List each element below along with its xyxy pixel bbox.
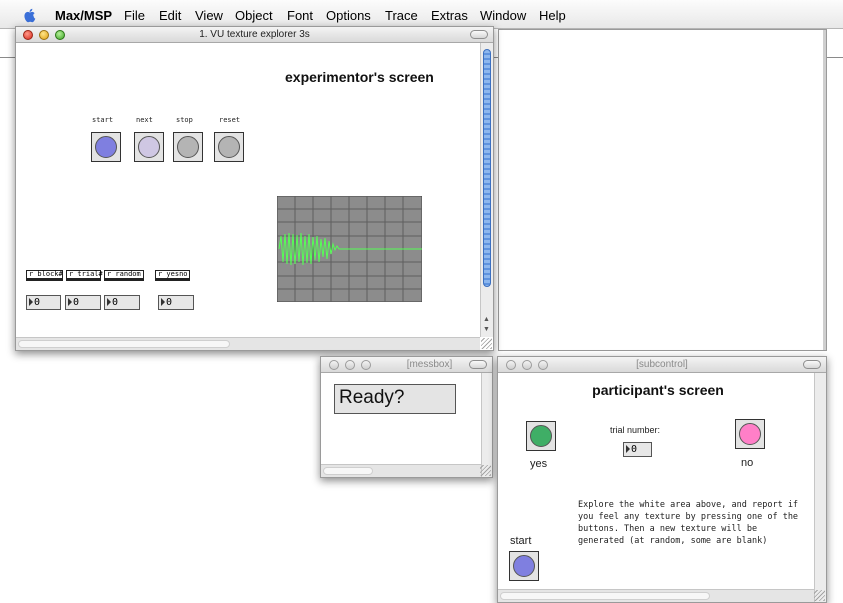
menu-trace[interactable]: Trace bbox=[385, 8, 418, 23]
start-label: start bbox=[510, 535, 532, 547]
participant-start-button-indicator bbox=[513, 555, 535, 577]
toolbar-toggle-icon[interactable] bbox=[470, 30, 488, 39]
resize-grip-icon[interactable] bbox=[814, 590, 825, 601]
messbox-vertical-scrollbar[interactable] bbox=[481, 373, 492, 477]
yesno-number-value: 0 bbox=[166, 297, 173, 308]
start-button-indicator bbox=[95, 136, 117, 158]
scroll-down-arrow-icon[interactable]: ▼ bbox=[483, 326, 490, 333]
stop-button-indicator bbox=[177, 136, 199, 158]
participant-heading: participant's screen bbox=[592, 382, 724, 398]
subcontrol-horizontal-scrollbar[interactable] bbox=[498, 589, 814, 602]
number-triangle-icon bbox=[161, 298, 165, 306]
reset-button-indicator bbox=[218, 136, 240, 158]
yes-label: yes bbox=[530, 458, 548, 470]
menu-window[interactable]: Window bbox=[480, 8, 526, 23]
main-window-title: 1. VU texture explorer 3s bbox=[199, 29, 310, 40]
menubar: Max/MSP File Edit View Object Font Optio… bbox=[0, 0, 843, 29]
subcontrol-titlebar[interactable]: [subcontrol] bbox=[498, 357, 826, 373]
main-vertical-scroll-thumb[interactable] bbox=[483, 49, 491, 287]
number-triangle-icon bbox=[626, 445, 630, 453]
subcontrol-vertical-scrollbar[interactable] bbox=[814, 373, 826, 602]
messbox-horizontal-scroll-thumb[interactable] bbox=[323, 467, 373, 475]
close-icon[interactable] bbox=[329, 360, 339, 370]
number-triangle-icon bbox=[29, 298, 33, 306]
number-triangle-icon bbox=[107, 298, 111, 306]
menu-object[interactable]: Object bbox=[235, 8, 273, 23]
scroll-up-arrow-icon[interactable]: ▲ bbox=[483, 316, 490, 323]
resize-grip-icon[interactable] bbox=[480, 465, 491, 476]
subcontrol-horizontal-scroll-thumb[interactable] bbox=[500, 592, 710, 600]
yesno-number-box[interactable]: 0 bbox=[158, 295, 194, 310]
instructions-line: buttons. Then a new texture will be bbox=[578, 524, 758, 534]
trial-number-value: 0 bbox=[73, 297, 80, 308]
block-number-box[interactable]: 0 bbox=[26, 295, 61, 310]
toolbar-toggle-icon[interactable] bbox=[803, 360, 821, 369]
participant-start-button[interactable] bbox=[509, 551, 539, 581]
subcontrol-window[interactable]: [subcontrol] participant's screen yes tr… bbox=[497, 356, 827, 603]
messbox-window[interactable]: [messbox] Ready? bbox=[320, 356, 493, 478]
main-horizontal-scrollbar[interactable] bbox=[16, 337, 480, 350]
main-vertical-scrollbar[interactable]: ▲ ▼ bbox=[480, 43, 493, 337]
menu-extras[interactable]: Extras bbox=[431, 8, 468, 23]
yes-button-indicator bbox=[530, 425, 552, 447]
next-button[interactable] bbox=[134, 132, 164, 162]
trial-number-label: trial number: bbox=[610, 425, 661, 435]
random-number-value: 0 bbox=[112, 297, 119, 308]
main-titlebar[interactable]: 1. VU texture explorer 3s bbox=[16, 27, 493, 43]
reset-button[interactable] bbox=[214, 132, 244, 162]
subcontrol-window-title: [subcontrol] bbox=[636, 359, 688, 370]
stop-button[interactable] bbox=[173, 132, 203, 162]
menu-help[interactable]: Help bbox=[539, 8, 566, 23]
trial-number-box[interactable]: 0 bbox=[65, 295, 101, 310]
block-number-value: 0 bbox=[34, 297, 41, 308]
messbox-titlebar[interactable]: [messbox] bbox=[321, 357, 492, 373]
apple-icon[interactable] bbox=[22, 7, 38, 23]
start-button[interactable] bbox=[91, 132, 121, 162]
participant-trial-number-box[interactable]: 0 bbox=[623, 442, 652, 457]
menu-font[interactable]: Font bbox=[287, 8, 313, 23]
stop-button-label: stop bbox=[176, 116, 193, 124]
yes-button[interactable] bbox=[526, 421, 556, 451]
start-button-label: start bbox=[92, 116, 114, 124]
main-patcher-window[interactable]: 1. VU texture explorer 3s experimentor's… bbox=[15, 26, 494, 351]
instructions-line: you feel any texture by pressing one of … bbox=[578, 512, 799, 522]
reset-button-label: reset bbox=[219, 116, 241, 124]
main-horizontal-scroll-thumb[interactable] bbox=[18, 340, 230, 348]
receive-yesno-object[interactable]: r yesno bbox=[155, 270, 190, 281]
no-button[interactable] bbox=[735, 419, 765, 449]
blank-window[interactable] bbox=[498, 29, 827, 351]
instructions-line: Explore the white area above, and report… bbox=[578, 500, 799, 510]
minimize-icon[interactable] bbox=[345, 360, 355, 370]
no-label: no bbox=[741, 457, 754, 469]
instructions-text: Explore the white area above, and report… bbox=[578, 499, 798, 547]
oscilloscope-display bbox=[277, 196, 422, 302]
no-button-indicator bbox=[739, 423, 761, 445]
resize-grip-icon[interactable] bbox=[481, 338, 492, 349]
next-button-label: next bbox=[136, 116, 153, 124]
receive-block-object[interactable]: r block# bbox=[26, 270, 63, 281]
participant-trial-number-value: 0 bbox=[631, 444, 638, 455]
experimentor-heading: experimentor's screen bbox=[285, 69, 434, 85]
message-display: Ready? bbox=[334, 384, 456, 414]
menu-file[interactable]: File bbox=[124, 8, 145, 23]
receive-trial-object[interactable]: r trial# bbox=[66, 270, 103, 281]
toolbar-toggle-icon[interactable] bbox=[469, 360, 487, 369]
next-button-indicator bbox=[138, 136, 160, 158]
blank-window-right-border bbox=[823, 30, 826, 350]
receive-random-object[interactable]: r random bbox=[104, 270, 144, 281]
instructions-line: generated (at random, some are blank) bbox=[578, 536, 768, 546]
menu-view[interactable]: View bbox=[195, 8, 223, 23]
messbox-horizontal-scrollbar[interactable] bbox=[321, 464, 481, 477]
menu-options[interactable]: Options bbox=[326, 8, 371, 23]
window-edge-line bbox=[827, 57, 843, 58]
menu-edit[interactable]: Edit bbox=[159, 8, 181, 23]
number-triangle-icon bbox=[68, 298, 72, 306]
random-number-box[interactable]: 0 bbox=[104, 295, 140, 310]
menu-app-name[interactable]: Max/MSP bbox=[55, 8, 112, 23]
